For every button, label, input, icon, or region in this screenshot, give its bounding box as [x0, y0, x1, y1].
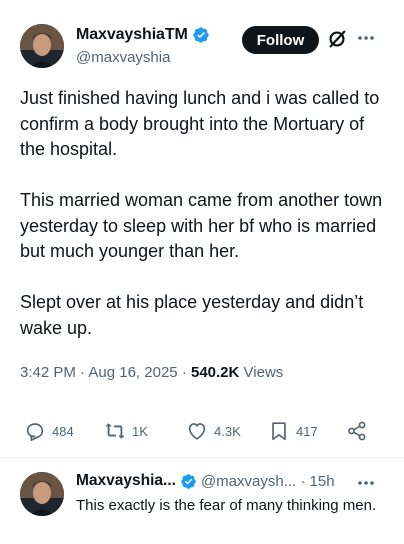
like-count: 4.3K [214, 423, 241, 439]
meta-separator: · [181, 364, 187, 381]
more-icon[interactable] [356, 30, 376, 46]
repost-icon [105, 423, 125, 439]
like-icon [188, 423, 206, 440]
bookmark-icon [272, 422, 286, 441]
reply-handle-time[interactable]: @maxvaysh... · 15h [201, 473, 335, 490]
handle[interactable]: @maxvayshia [76, 49, 170, 66]
bookmark-count: 417 [296, 423, 318, 439]
follow-button[interactable]: Follow [242, 26, 319, 54]
share-icon [348, 421, 366, 441]
views-count: 540.2K [190, 364, 240, 381]
tweet-date[interactable]: Aug 16, 2025 [88, 364, 177, 381]
action-bar: 484 1K 4.3K 417 [0, 416, 404, 446]
tweet: MaxvayshiaTM @maxvayshia Follow Just fin… [0, 0, 404, 454]
reply-tweet[interactable]: Maxvayshia... @maxvaysh... · 15h This ex… [0, 458, 404, 544]
avatar-image [20, 472, 64, 516]
more-icon[interactable] [356, 475, 376, 491]
reply-icon [26, 423, 44, 441]
reply-count: 484 [52, 423, 74, 439]
share-button[interactable] [346, 416, 374, 446]
grok-icon[interactable] [326, 28, 348, 50]
avatar-image [20, 24, 64, 68]
repost-button[interactable]: 1K [104, 416, 148, 446]
reply-display-name[interactable]: Maxvayshia... [76, 472, 176, 490]
reply-header: Maxvayshia... @maxvaysh... · 15h [76, 472, 335, 490]
display-name[interactable]: MaxvayshiaTM [76, 26, 188, 44]
meta-separator: · [80, 364, 86, 381]
reply-text: This exactly is the fear of many thinkin… [76, 497, 377, 514]
reply-button[interactable]: 484 [24, 416, 74, 446]
verified-badge-icon [181, 473, 196, 489]
avatar[interactable] [20, 24, 64, 68]
views-label: Views [243, 364, 284, 381]
reply-avatar[interactable] [20, 472, 64, 516]
repost-count: 1K [132, 423, 148, 439]
verified-badge-icon [193, 27, 209, 43]
tweet-text: Just finished having lunch and i was cal… [20, 88, 383, 338]
author-name-row: MaxvayshiaTM [76, 26, 210, 44]
like-button[interactable]: 4.3K [186, 416, 241, 446]
bookmark-button[interactable]: 417 [268, 416, 318, 446]
tweet-meta: 3:42 PM · Aug 16, 2025 · 540.2K Views [20, 364, 283, 381]
tweet-time[interactable]: 3:42 PM [20, 364, 76, 381]
